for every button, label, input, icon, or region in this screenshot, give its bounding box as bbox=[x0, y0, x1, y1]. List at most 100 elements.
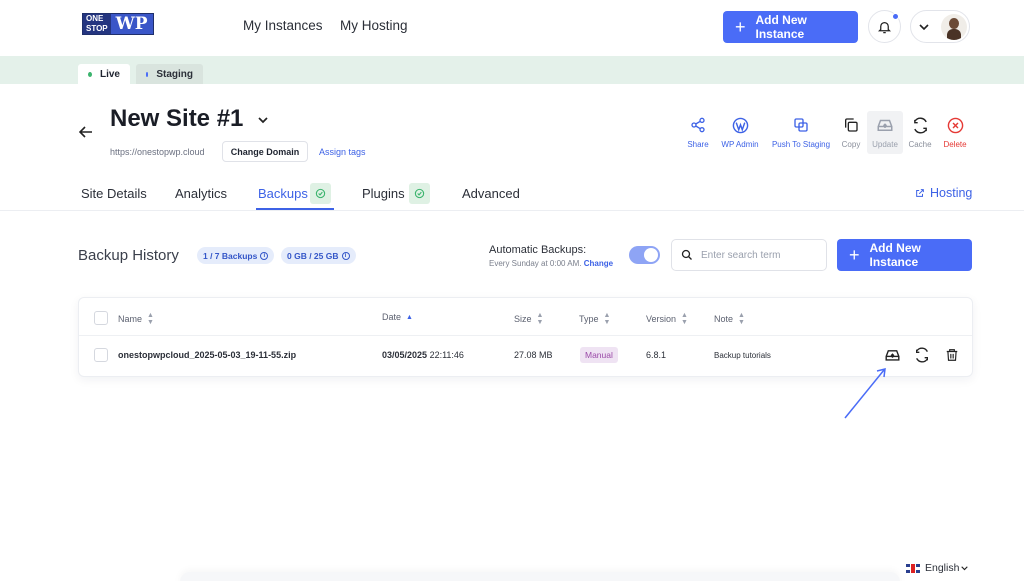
search-input[interactable] bbox=[701, 249, 821, 261]
sync-backup-icon[interactable] bbox=[913, 346, 931, 364]
copy-icon bbox=[840, 114, 862, 136]
delete-action[interactable]: Delete bbox=[942, 114, 968, 149]
storage-usage-pill: 0 GB / 25 GB i bbox=[281, 247, 356, 264]
env-tab-live-label: Live bbox=[99, 68, 120, 80]
cache-action[interactable]: Cache bbox=[908, 114, 932, 149]
trash-icon[interactable] bbox=[943, 346, 961, 364]
notification-dot bbox=[892, 13, 899, 20]
site-switch-chevron-icon[interactable] bbox=[258, 117, 268, 124]
column-type-label: Type bbox=[579, 314, 599, 324]
backup-size: 27.08 MB bbox=[514, 350, 553, 360]
backup-date: 03/05/2025 22:11:46 bbox=[382, 350, 464, 360]
push-to-staging-icon bbox=[790, 114, 812, 136]
logo-text-stop: STOP bbox=[86, 24, 108, 33]
backups-count-pill: 1 / 7 Backups i bbox=[197, 247, 275, 264]
wp-admin-label: WP Admin bbox=[721, 140, 759, 149]
env-tab-live[interactable]: Live bbox=[78, 64, 130, 84]
add-new-instance-button[interactable]: + Add New Instance bbox=[723, 11, 858, 43]
backups-count-text: 1 / 7 Backups bbox=[203, 250, 258, 261]
select-all-checkbox[interactable] bbox=[94, 311, 108, 325]
add-new-instance-label: Add New Instance bbox=[755, 13, 807, 41]
cache-label: Cache bbox=[908, 140, 932, 149]
column-header-date[interactable]: Date ▲ bbox=[382, 312, 413, 322]
storage-usage-text: 0 GB / 25 GB bbox=[287, 250, 339, 261]
automatic-backups-title: Automatic Backups: bbox=[489, 244, 587, 256]
column-note-label: Note bbox=[714, 314, 734, 324]
change-schedule-link[interactable]: Change bbox=[584, 259, 613, 268]
sort-icon: ▲ ▼ bbox=[147, 312, 154, 326]
share-action[interactable]: Share bbox=[686, 114, 710, 149]
toggle-knob bbox=[644, 248, 658, 262]
backup-file-name: onestopwpcloud_2025-05-03_19-11-55.zip bbox=[118, 350, 297, 360]
staging-status-dot bbox=[146, 71, 149, 77]
bottom-panel-edge bbox=[180, 572, 900, 581]
sort-ascending-icon: ▲ bbox=[406, 313, 413, 321]
tab-site-details[interactable]: Site Details bbox=[81, 186, 147, 201]
assign-tags-link[interactable]: Assign tags bbox=[319, 147, 366, 157]
refresh-icon bbox=[909, 114, 931, 136]
backup-date-day: 03/05/2025 bbox=[382, 350, 428, 360]
logo-text-one: ONE bbox=[86, 14, 104, 23]
logo-text-wp: WP bbox=[110, 14, 153, 34]
bell-icon bbox=[877, 21, 892, 33]
delete-label: Delete bbox=[943, 140, 967, 149]
share-label: Share bbox=[687, 140, 709, 149]
search-icon bbox=[681, 249, 692, 260]
onestopwp-logo[interactable]: ONE STOP WP bbox=[82, 13, 154, 35]
back-arrow-icon[interactable] bbox=[79, 126, 93, 138]
add-backup-button[interactable]: + Add New Instance bbox=[837, 239, 972, 271]
account-menu[interactable] bbox=[910, 10, 970, 43]
delete-circle-x-icon bbox=[944, 114, 966, 136]
push-to-staging-action[interactable]: Push To Staging bbox=[770, 114, 832, 149]
column-date-label: Date bbox=[382, 312, 402, 322]
backup-date-time: 22:11:46 bbox=[429, 350, 464, 360]
plugins-check-icon bbox=[409, 183, 430, 204]
env-tab-staging-label: Staging bbox=[156, 68, 193, 80]
row-checkbox[interactable] bbox=[94, 348, 108, 362]
tab-advanced[interactable]: Advanced bbox=[462, 186, 520, 201]
column-header-version[interactable]: Version ▲ ▼ bbox=[646, 312, 688, 326]
tab-active-underline bbox=[256, 208, 334, 210]
avatar bbox=[941, 14, 967, 40]
nav-my-instances[interactable]: My Instances bbox=[243, 18, 323, 33]
uk-flag-icon bbox=[906, 563, 920, 573]
backup-type-badge: Manual bbox=[580, 347, 618, 363]
search-box[interactable] bbox=[671, 239, 827, 271]
column-header-note[interactable]: Note ▲ ▼ bbox=[714, 312, 745, 326]
tabs-divider bbox=[0, 210, 1024, 211]
update-label: Update bbox=[872, 140, 898, 149]
sort-icon: ▲ ▼ bbox=[536, 312, 544, 326]
column-size-label: Size bbox=[514, 314, 532, 324]
tab-analytics[interactable]: Analytics bbox=[175, 186, 227, 201]
site-url[interactable]: https://onestopwp.cloud bbox=[110, 147, 205, 157]
external-link-icon bbox=[916, 189, 924, 197]
hosting-link[interactable]: Hosting bbox=[915, 186, 972, 200]
tab-backups[interactable]: Backups bbox=[258, 186, 308, 201]
copy-action[interactable]: Copy bbox=[839, 114, 863, 149]
env-tab-staging[interactable]: Staging bbox=[136, 64, 203, 84]
sort-icon: ▲ ▼ bbox=[681, 312, 688, 326]
change-domain-button[interactable]: Change Domain bbox=[222, 141, 308, 162]
backups-check-icon bbox=[310, 183, 331, 204]
update-action[interactable]: Update bbox=[867, 111, 903, 154]
nav-my-hosting[interactable]: My Hosting bbox=[340, 18, 408, 33]
tab-plugins[interactable]: Plugins bbox=[362, 186, 405, 201]
site-title: New Site #1 bbox=[110, 105, 244, 132]
automatic-backups-schedule: Every Sunday at 0:00 AM. Change bbox=[489, 259, 613, 268]
column-header-size[interactable]: Size ▲ ▼ bbox=[514, 312, 543, 326]
share-icon bbox=[687, 114, 709, 136]
language-selector[interactable]: English bbox=[906, 562, 969, 574]
column-header-name[interactable]: Name ▲ ▼ bbox=[118, 312, 154, 326]
chevron-down-icon bbox=[919, 24, 929, 31]
wp-admin-action[interactable]: WP Admin bbox=[719, 114, 761, 149]
info-icon[interactable]: i bbox=[260, 251, 269, 260]
schedule-text: Every Sunday at 0:00 AM. bbox=[489, 259, 582, 268]
column-header-type[interactable]: Type ▲ ▼ bbox=[579, 312, 610, 326]
header-divider bbox=[79, 335, 972, 336]
copy-label: Copy bbox=[841, 140, 861, 149]
info-icon[interactable]: i bbox=[341, 251, 350, 260]
wordpress-icon bbox=[729, 114, 751, 136]
restore-backup-icon[interactable] bbox=[883, 346, 901, 364]
notifications-button[interactable] bbox=[868, 10, 901, 43]
automatic-backups-toggle[interactable] bbox=[629, 246, 660, 264]
